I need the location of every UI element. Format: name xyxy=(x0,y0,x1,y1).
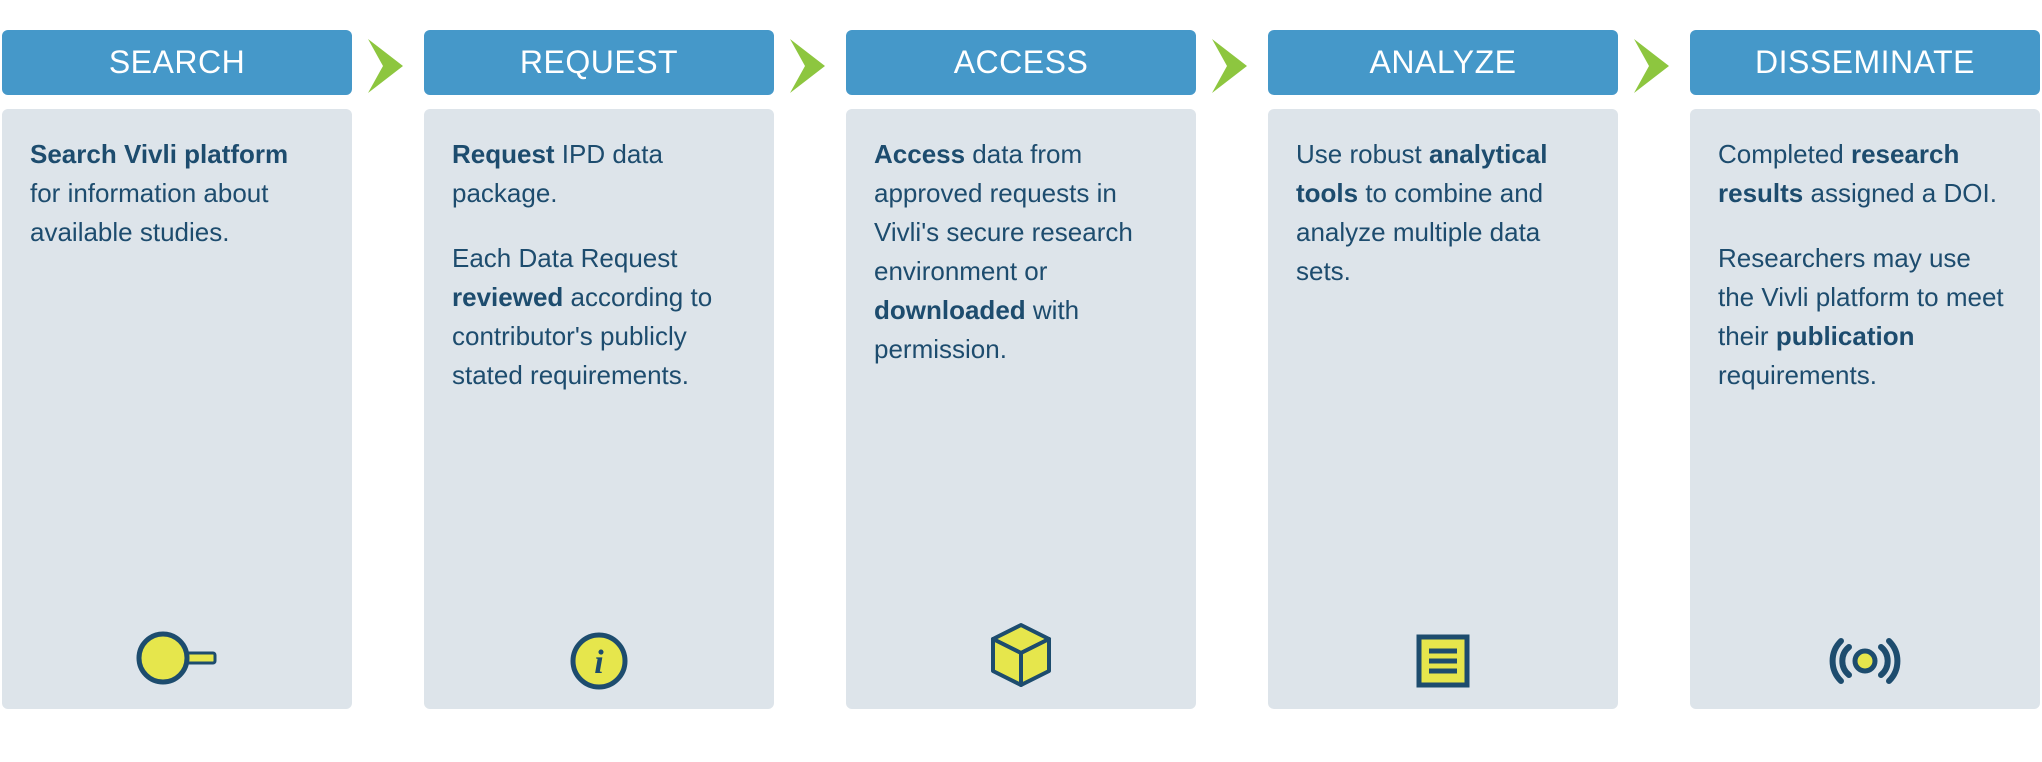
step-header: DISSEMINATE xyxy=(1690,30,2040,95)
chevron-arrow-icon xyxy=(352,30,424,709)
step-body: Completed research results assigned a DO… xyxy=(1690,109,2040,709)
step-text: Request IPD data package. xyxy=(452,135,746,213)
chevron-arrow-icon xyxy=(1196,30,1268,709)
step-access: ACCESS Access data from approved request… xyxy=(846,30,1196,709)
step-text: Use robust analytical tools to combine a… xyxy=(1296,135,1590,291)
step-text: Completed research results assigned a DO… xyxy=(1718,135,2012,213)
step-header: ACCESS xyxy=(846,30,1196,95)
info-icon: i xyxy=(424,631,774,691)
svg-text:i: i xyxy=(594,644,604,681)
step-disseminate: DISSEMINATE Completed research results a… xyxy=(1690,30,2040,709)
broadcast-icon xyxy=(1690,631,2040,691)
process-flow: SEARCH Search Vivli platform for informa… xyxy=(10,30,2032,709)
cube-icon xyxy=(846,621,1196,691)
step-text: Researchers may use the Vivli platform t… xyxy=(1718,239,2012,395)
step-search: SEARCH Search Vivli platform for informa… xyxy=(2,30,352,709)
step-request: REQUEST Request IPD data package. Each D… xyxy=(424,30,774,709)
step-header: REQUEST xyxy=(424,30,774,95)
step-header: ANALYZE xyxy=(1268,30,1618,95)
step-text: Search Vivli platform for information ab… xyxy=(30,135,324,252)
step-body: Access data from approved requests in Vi… xyxy=(846,109,1196,709)
step-body: Search Vivli platform for information ab… xyxy=(2,109,352,709)
step-text: Each Data Request reviewed according to … xyxy=(452,239,746,395)
chevron-arrow-icon xyxy=(1618,30,1690,709)
step-header: SEARCH xyxy=(2,30,352,95)
step-analyze: ANALYZE Use robust analytical tools to c… xyxy=(1268,30,1618,709)
chevron-arrow-icon xyxy=(774,30,846,709)
step-text: Access data from approved requests in Vi… xyxy=(874,135,1168,369)
step-body: Request IPD data package. Each Data Requ… xyxy=(424,109,774,709)
step-body: Use robust analytical tools to combine a… xyxy=(1268,109,1618,709)
list-icon xyxy=(1268,631,1618,691)
magnifier-icon xyxy=(2,625,352,691)
